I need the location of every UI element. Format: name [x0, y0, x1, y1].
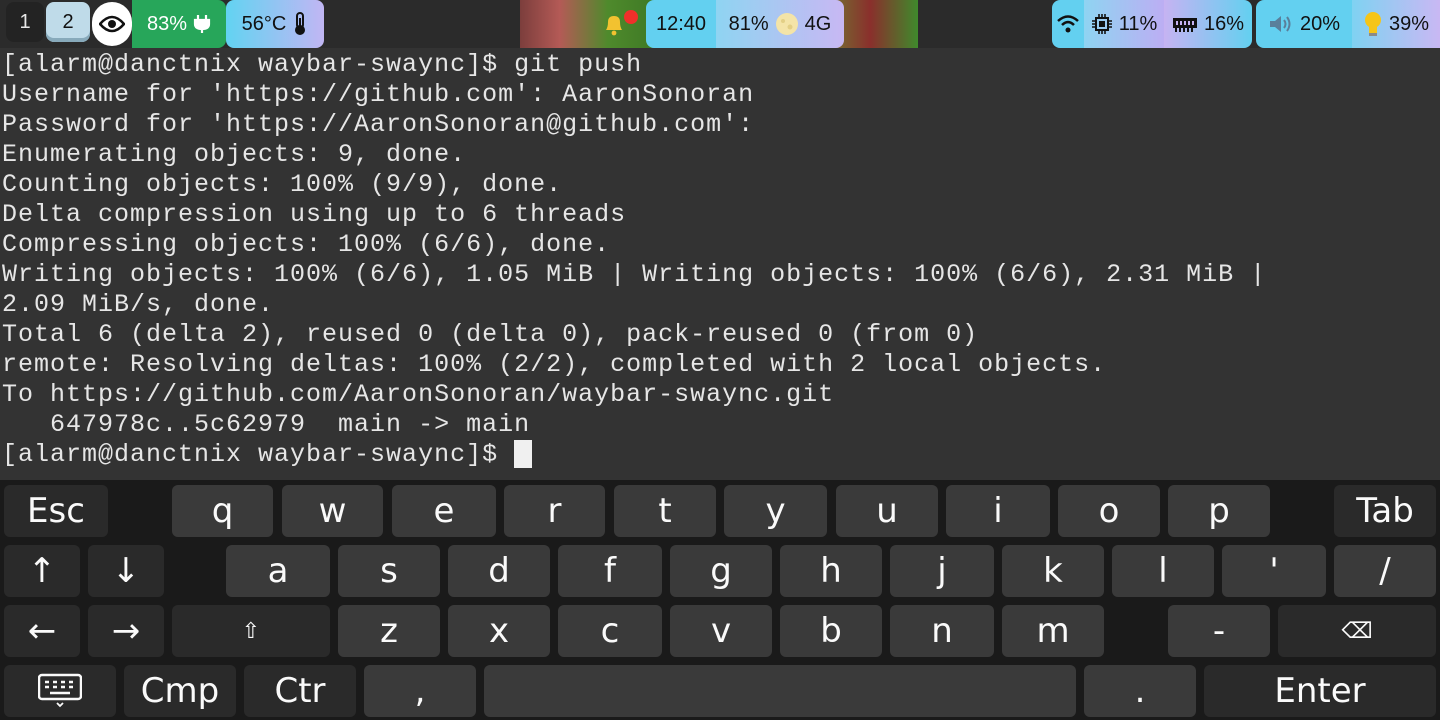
- clock[interactable]: 12:40: [646, 0, 716, 48]
- cpu-indicator[interactable]: 11%: [1084, 0, 1164, 48]
- key-period[interactable]: .: [1084, 665, 1196, 717]
- key-comma[interactable]: ,: [364, 665, 476, 717]
- terminal-line: [alarm@danctnix waybar-swaync]$ git push: [2, 50, 643, 79]
- key-e[interactable]: e: [392, 485, 496, 537]
- terminal-line: Delta compression using up to 6 threads: [2, 200, 627, 229]
- key-s[interactable]: s: [338, 545, 440, 597]
- memory-value: 16%: [1203, 12, 1245, 35]
- key-down-arrow[interactable]: ↓: [88, 545, 164, 597]
- on-screen-keyboard: Esc q w e r t y u i o p Tab ↑ ↓ a s d f …: [0, 480, 1440, 720]
- thermometer-icon: [292, 12, 308, 36]
- brightness-indicator[interactable]: 39%: [1352, 0, 1440, 48]
- key-compose[interactable]: Cmp: [124, 665, 236, 717]
- speaker-icon: [1268, 13, 1294, 35]
- key-apostrophe[interactable]: ': [1222, 545, 1326, 597]
- key-slash[interactable]: /: [1334, 545, 1436, 597]
- key-shift[interactable]: ⇧: [172, 605, 330, 657]
- key-l[interactable]: l: [1112, 545, 1214, 597]
- terminal-line: Total 6 (delta 2), reused 0 (delta 0), p…: [2, 320, 979, 349]
- key-g[interactable]: g: [670, 545, 772, 597]
- key-enter[interactable]: Enter: [1204, 665, 1436, 717]
- eye-icon: [99, 14, 125, 34]
- key-up-arrow[interactable]: ↑: [4, 545, 80, 597]
- key-esc[interactable]: Esc: [4, 485, 108, 537]
- key-p[interactable]: p: [1168, 485, 1270, 537]
- terminal-line: remote: Resolving deltas: 100% (2/2), co…: [2, 350, 1107, 379]
- workspace-label: 2: [62, 10, 74, 33]
- wifi-indicator[interactable]: [1052, 0, 1084, 48]
- temperature-indicator[interactable]: 56°C: [226, 0, 324, 48]
- battery-value: 83%: [146, 12, 188, 35]
- lightbulb-icon: [1363, 11, 1383, 37]
- memory-icon: [1172, 15, 1198, 33]
- key-keyboard-toggle[interactable]: [4, 665, 116, 717]
- volume-indicator[interactable]: 20%: [1256, 0, 1352, 48]
- terminal-output[interactable]: [alarm@danctnix waybar-swaync]$ git push…: [0, 48, 1440, 480]
- key-x[interactable]: x: [448, 605, 550, 657]
- cpu-value: 11%: [1118, 12, 1158, 35]
- status-bar: 1 2 83% 56°C 12:40 81% 4G 11% 16% 20% 39…: [0, 0, 1440, 48]
- key-minus[interactable]: -: [1168, 605, 1270, 657]
- key-c[interactable]: c: [558, 605, 662, 657]
- volume-value: 20%: [1299, 12, 1341, 35]
- key-n[interactable]: n: [890, 605, 994, 657]
- key-left-arrow[interactable]: ←: [4, 605, 80, 657]
- device-status[interactable]: 81% 4G: [716, 0, 844, 48]
- key-o[interactable]: o: [1058, 485, 1160, 537]
- key-q[interactable]: q: [172, 485, 273, 537]
- workspace-button-1[interactable]: 1: [6, 2, 44, 42]
- key-b[interactable]: b: [780, 605, 882, 657]
- terminal-line: Username for 'https://github.com': Aaron…: [2, 80, 755, 109]
- terminal-line: 2.09 MiB/s, done.: [2, 290, 275, 319]
- workspace-label: 1: [19, 10, 31, 33]
- cpu-icon: [1091, 13, 1113, 35]
- notification-dot: [624, 10, 638, 24]
- keyboard-icon: [38, 673, 82, 709]
- key-j[interactable]: j: [890, 545, 994, 597]
- key-m[interactable]: m: [1002, 605, 1104, 657]
- key-u[interactable]: u: [836, 485, 938, 537]
- key-i[interactable]: i: [946, 485, 1050, 537]
- clock-time: 12:40: [655, 12, 707, 35]
- key-right-arrow[interactable]: →: [88, 605, 164, 657]
- temperature-value: 56°C: [241, 12, 287, 35]
- bell-icon: [602, 12, 626, 36]
- workspace-button-2[interactable]: 2: [46, 2, 90, 42]
- brightness-value: 39%: [1388, 12, 1430, 35]
- key-tab[interactable]: Tab: [1334, 485, 1436, 537]
- key-backspace[interactable]: ⌫: [1278, 605, 1436, 657]
- key-d[interactable]: d: [448, 545, 550, 597]
- terminal-line: To https://github.com/AaronSonoran/wayba…: [2, 380, 835, 409]
- key-ctrl[interactable]: Ctr: [244, 665, 356, 717]
- key-y[interactable]: y: [724, 485, 827, 537]
- device-battery-value: 81%: [728, 12, 769, 35]
- key-k[interactable]: k: [1002, 545, 1104, 597]
- key-w[interactable]: w: [282, 485, 383, 537]
- network-type: 4G: [804, 12, 832, 35]
- key-t[interactable]: t: [614, 485, 716, 537]
- key-z[interactable]: z: [338, 605, 440, 657]
- idle-inhibitor-button[interactable]: [92, 2, 132, 46]
- terminal-line: 647978c..5c62979 main -> main: [2, 410, 531, 439]
- key-v[interactable]: v: [670, 605, 772, 657]
- terminal-line: Compressing objects: 100% (6/6), done.: [2, 230, 611, 259]
- key-r[interactable]: r: [504, 485, 605, 537]
- plug-icon: [193, 14, 211, 34]
- notification-button[interactable]: [586, 0, 642, 48]
- key-f[interactable]: f: [558, 545, 662, 597]
- terminal-prompt: [alarm@danctnix waybar-swaync]$: [2, 440, 515, 469]
- text-cursor: [514, 440, 533, 469]
- battery-indicator[interactable]: 83%: [132, 0, 226, 48]
- memory-indicator[interactable]: 16%: [1164, 0, 1252, 48]
- key-h[interactable]: h: [780, 545, 882, 597]
- terminal-prompt-line[interactable]: [alarm@danctnix waybar-swaync]$: [2, 440, 533, 470]
- terminal-line: Counting objects: 100% (9/9), done.: [2, 170, 563, 199]
- key-a[interactable]: a: [226, 545, 330, 597]
- terminal-line: Writing objects: 100% (6/6), 1.05 MiB | …: [2, 260, 1267, 289]
- wifi-icon: [1056, 14, 1080, 34]
- key-space[interactable]: [484, 665, 1076, 717]
- terminal-line: Enumerating objects: 9, done.: [2, 140, 467, 169]
- moon-icon: [775, 12, 799, 36]
- terminal-line: Password for 'https://AaronSonoran@githu…: [2, 110, 755, 139]
